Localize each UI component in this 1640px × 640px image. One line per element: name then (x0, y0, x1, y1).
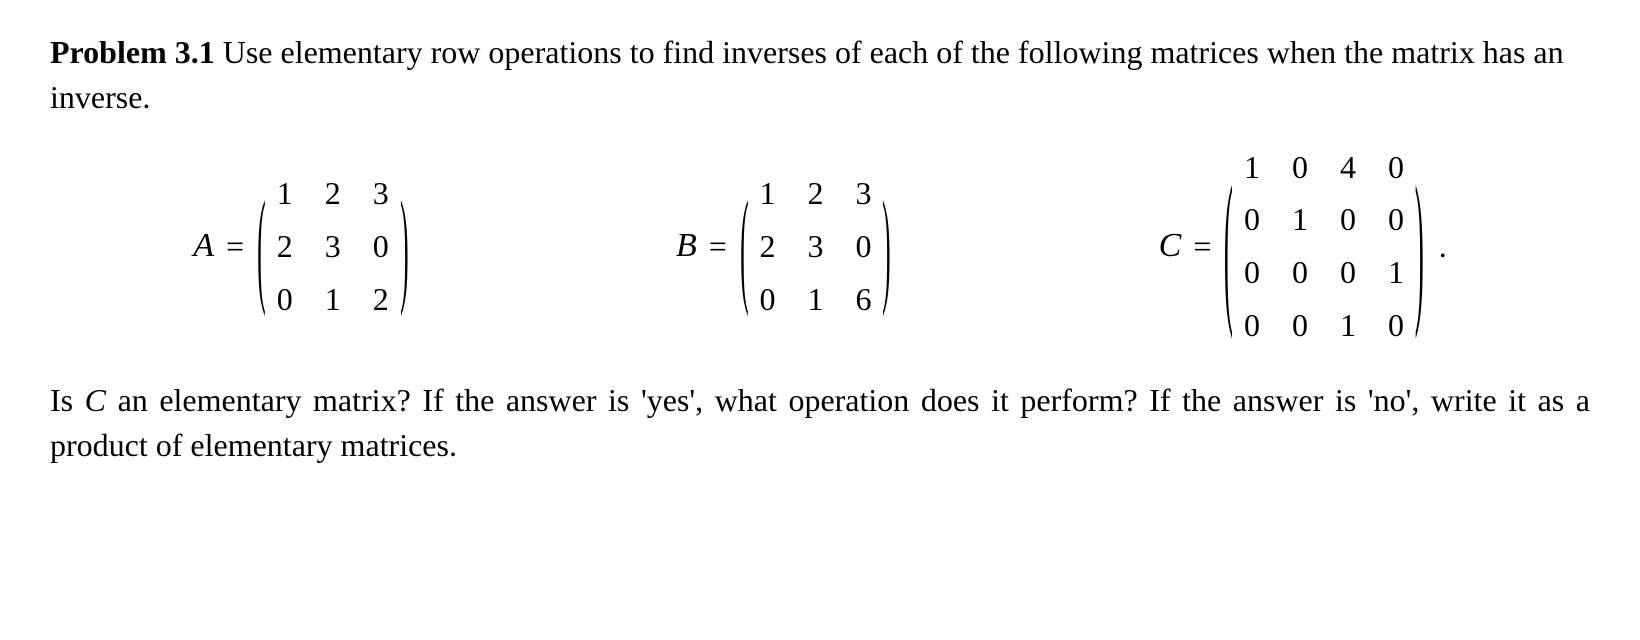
matrix-cell: 0 (371, 224, 391, 269)
matrix-a-name: A (193, 222, 214, 270)
matrix-cell: 3 (853, 171, 873, 216)
matrix-cell: 4 (1338, 145, 1358, 190)
problem-label: Problem 3.1 (50, 34, 215, 70)
matrix-cell: 2 (805, 171, 825, 216)
matrix-cell: 1 (757, 171, 777, 216)
matrix-cell: 0 (1386, 197, 1406, 242)
matrix-cell: 2 (323, 171, 343, 216)
matrix-cell: 0 (757, 277, 777, 322)
matrix-cell: 1 (1242, 145, 1262, 190)
equals-sign: = (226, 224, 244, 269)
matrix-cell: 3 (371, 171, 391, 216)
matrix-c-group: C = ( 1 0 4 0 0 1 0 0 0 0 0 1 0 0 1 0 (1159, 145, 1447, 348)
matrix-cell: 1 (1338, 303, 1358, 348)
matrix-cell: 0 (1386, 303, 1406, 348)
matrix-cell: 0 (1242, 197, 1262, 242)
question-part2: an elementary matrix? If the answer is '… (50, 382, 1590, 463)
matrix-cell: 3 (323, 224, 343, 269)
matrix-cell: 0 (1242, 250, 1262, 295)
matrix-cell: 1 (1386, 250, 1406, 295)
right-paren: ) (400, 157, 409, 336)
matrix-cell: 6 (853, 277, 873, 322)
matrix-b-grid: 1 2 3 2 3 0 0 1 6 (757, 171, 873, 321)
equals-sign: = (709, 224, 727, 269)
left-paren: ( (257, 157, 266, 336)
matrix-cell: 1 (323, 277, 343, 322)
right-paren: ) (1415, 127, 1424, 364)
problem-statement: Problem 3.1 Use elementary row operation… (50, 30, 1590, 120)
matrix-a: ( 1 2 3 2 3 0 0 1 2 ) (256, 171, 409, 321)
left-paren: ( (1224, 127, 1233, 364)
matrix-cell: 2 (371, 277, 391, 322)
right-paren: ) (883, 157, 892, 336)
matrix-cell: 0 (1386, 145, 1406, 190)
matrix-c: ( 1 0 4 0 0 1 0 0 0 0 0 1 0 0 1 0 ) (1223, 145, 1424, 348)
matrix-cell: 0 (275, 277, 295, 322)
matrix-cell: 0 (1290, 250, 1310, 295)
matrix-b-name: B (676, 222, 697, 270)
matrix-cell: 0 (1338, 250, 1358, 295)
matrix-b-group: B = ( 1 2 3 2 3 0 0 1 6 ) (676, 171, 892, 321)
matrix-cell: 0 (1338, 197, 1358, 242)
matrix-cell: 3 (805, 224, 825, 269)
left-paren: ( (740, 157, 749, 336)
period: . (1439, 224, 1447, 269)
matrix-cell: 0 (1290, 303, 1310, 348)
matrix-a-grid: 1 2 3 2 3 0 0 1 2 (275, 171, 391, 321)
matrix-a-group: A = ( 1 2 3 2 3 0 0 1 2 ) (193, 171, 409, 321)
matrix-cell: 1 (1290, 197, 1310, 242)
matrix-cell: 2 (757, 224, 777, 269)
question-text: Is C an elementary matrix? If the answer… (50, 378, 1590, 468)
matrix-b: ( 1 2 3 2 3 0 0 1 6 ) (739, 171, 892, 321)
matrix-cell: 1 (805, 277, 825, 322)
matrix-cell: 1 (275, 171, 295, 216)
problem-text: Use elementary row operations to find in… (50, 34, 1564, 115)
question-var: C (85, 382, 106, 418)
matrices-row: A = ( 1 2 3 2 3 0 0 1 2 ) B = ( 1 2 (50, 145, 1590, 348)
matrix-cell: 0 (853, 224, 873, 269)
matrix-cell: 2 (275, 224, 295, 269)
matrix-c-grid: 1 0 4 0 0 1 0 0 0 0 0 1 0 0 1 0 (1242, 145, 1406, 348)
matrix-cell: 0 (1290, 145, 1310, 190)
question-part1: Is (50, 382, 85, 418)
matrix-c-name: C (1159, 222, 1182, 270)
matrix-cell: 0 (1242, 303, 1262, 348)
equals-sign: = (1193, 224, 1211, 269)
